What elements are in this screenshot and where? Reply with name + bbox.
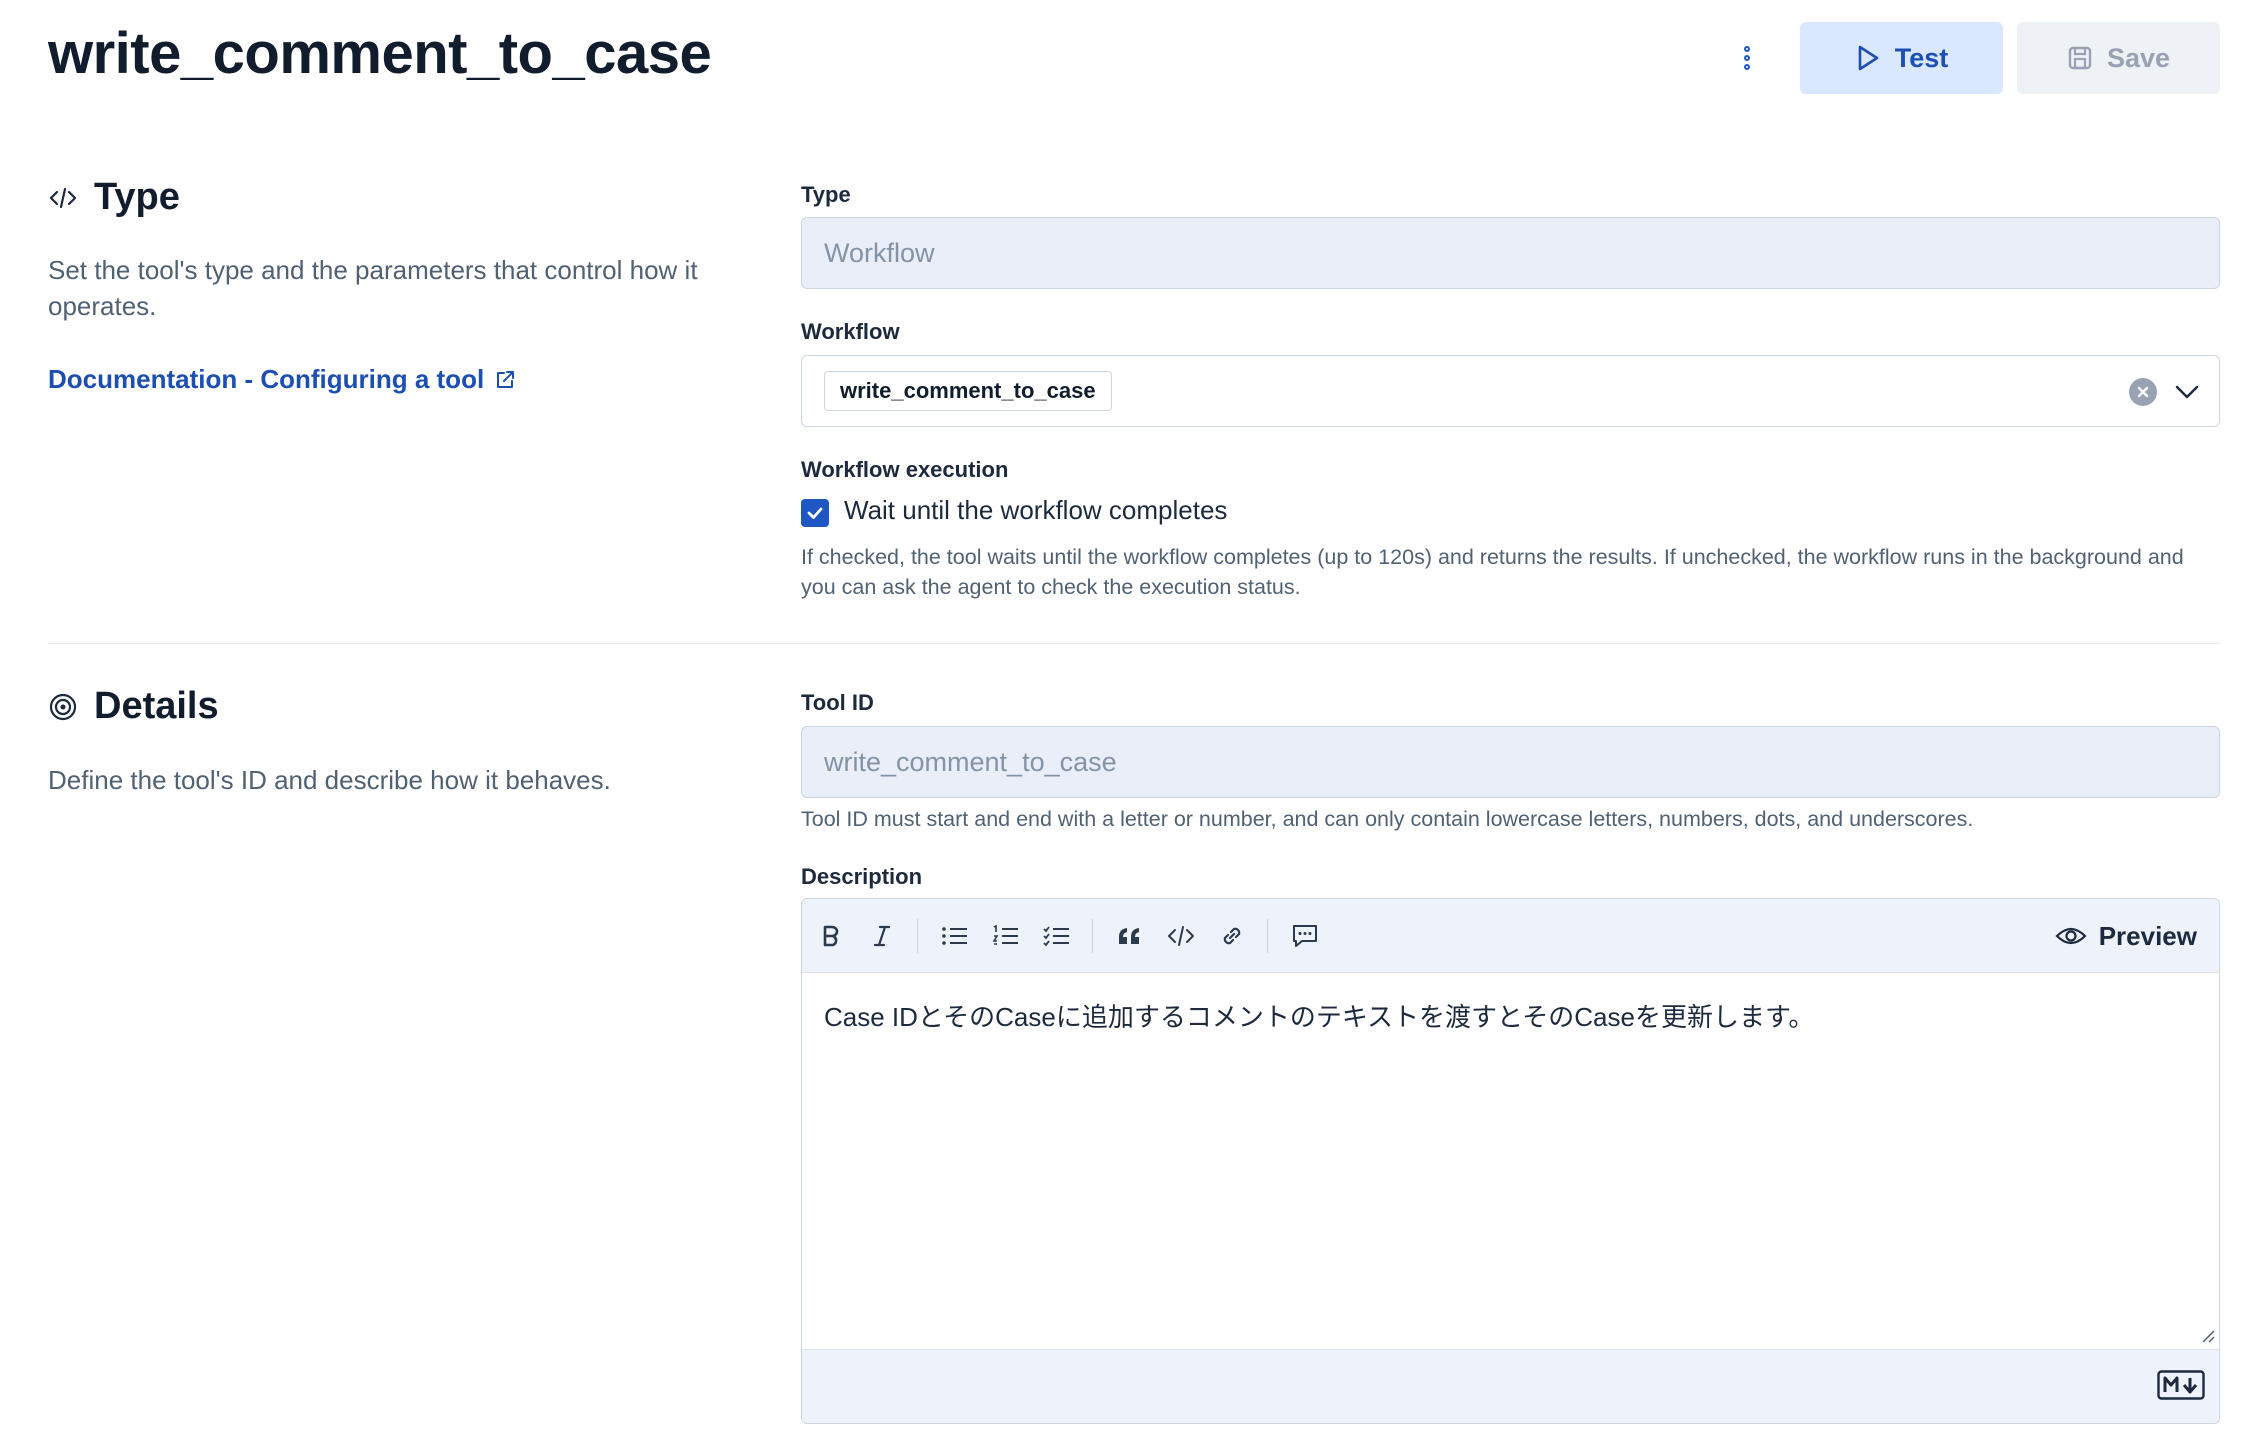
quote-icon[interactable] bbox=[1113, 919, 1147, 953]
bold-icon[interactable] bbox=[814, 919, 848, 953]
more-options-button[interactable] bbox=[1732, 38, 1762, 78]
save-button[interactable]: Save bbox=[2017, 22, 2220, 94]
checkmark-icon bbox=[807, 507, 823, 519]
tool-id-help-text: Tool ID must start and end with a letter… bbox=[801, 807, 1974, 831]
test-button-label: Test bbox=[1894, 42, 1949, 73]
code-block-icon[interactable] bbox=[1164, 919, 1198, 953]
eye-icon bbox=[2055, 927, 2087, 945]
checklist-icon[interactable] bbox=[1040, 919, 1074, 953]
save-button-label: Save bbox=[2106, 42, 2171, 73]
workflow-selected-pill: write_comment_to_case bbox=[824, 371, 1112, 411]
wait-help-text: If checked, the tool waits until the wor… bbox=[801, 545, 2184, 599]
preview-label: Preview bbox=[2098, 920, 2197, 951]
numbered-list-icon[interactable] bbox=[989, 919, 1023, 953]
play-icon bbox=[1858, 45, 1879, 71]
resize-handle-icon[interactable] bbox=[2201, 1329, 2215, 1343]
italic-icon[interactable] bbox=[865, 919, 899, 953]
details-section-title: Details bbox=[48, 685, 219, 728]
type-field: Workflow bbox=[801, 217, 2220, 289]
type-field-value: Workflow bbox=[824, 237, 935, 268]
workflow-selected-value: write_comment_to_case bbox=[840, 378, 1096, 403]
clear-selection-icon[interactable] bbox=[2129, 378, 2157, 406]
description-editor[interactable]: Preview Case IDとそのCaseに追加するコメントのテキストを渡すと… bbox=[801, 898, 2220, 1424]
external-link-icon bbox=[497, 370, 515, 388]
preview-button[interactable]: Preview bbox=[2055, 915, 2197, 957]
save-icon bbox=[2068, 46, 2092, 70]
details-section-heading: Details bbox=[94, 685, 219, 727]
vertical-ellipsis-icon bbox=[1744, 46, 1750, 52]
markdown-icon bbox=[2157, 1370, 2205, 1400]
workflow-execution-label: Workflow execution bbox=[801, 457, 1009, 482]
target-icon bbox=[49, 693, 77, 720]
documentation-link[interactable]: Documentation - Configuring a tool bbox=[48, 364, 516, 395]
bulleted-list-icon[interactable] bbox=[938, 919, 972, 953]
workflow-field-label: Workflow bbox=[801, 319, 900, 344]
documentation-link-label: Documentation - Configuring a tool bbox=[48, 364, 485, 394]
editor-footer bbox=[802, 1349, 2219, 1423]
type-section-description: Set the tool's type and the parameters t… bbox=[48, 255, 698, 321]
description-text[interactable]: Case IDとそのCaseに追加するコメントのテキストを渡すとそのCaseを更… bbox=[824, 999, 2197, 1035]
details-section-description: Define the tool's ID and describe how it… bbox=[48, 765, 611, 795]
type-field-label: Type bbox=[801, 182, 851, 207]
code-icon bbox=[49, 187, 77, 208]
page-title: write_comment_to_case bbox=[48, 21, 712, 86]
tool-id-value: write_comment_to_case bbox=[824, 746, 1117, 777]
test-button[interactable]: Test bbox=[1800, 22, 2003, 94]
tool-id-field: write_comment_to_case bbox=[801, 726, 2220, 798]
comment-icon[interactable] bbox=[1288, 919, 1322, 953]
description-label: Description bbox=[801, 864, 923, 889]
workflow-select[interactable]: write_comment_to_case bbox=[801, 355, 2220, 427]
wait-until-complete-label[interactable]: Wait until the workflow completes bbox=[844, 495, 1227, 526]
type-section-heading: Type bbox=[94, 176, 180, 218]
chevron-down-icon[interactable] bbox=[2173, 378, 2201, 406]
link-icon[interactable] bbox=[1215, 919, 1249, 953]
section-divider bbox=[48, 643, 2220, 644]
wait-until-complete-checkbox[interactable] bbox=[801, 499, 829, 527]
tool-id-label: Tool ID bbox=[801, 690, 874, 715]
type-section-title: Type bbox=[48, 176, 180, 219]
editor-toolbar: Preview bbox=[802, 899, 2219, 973]
